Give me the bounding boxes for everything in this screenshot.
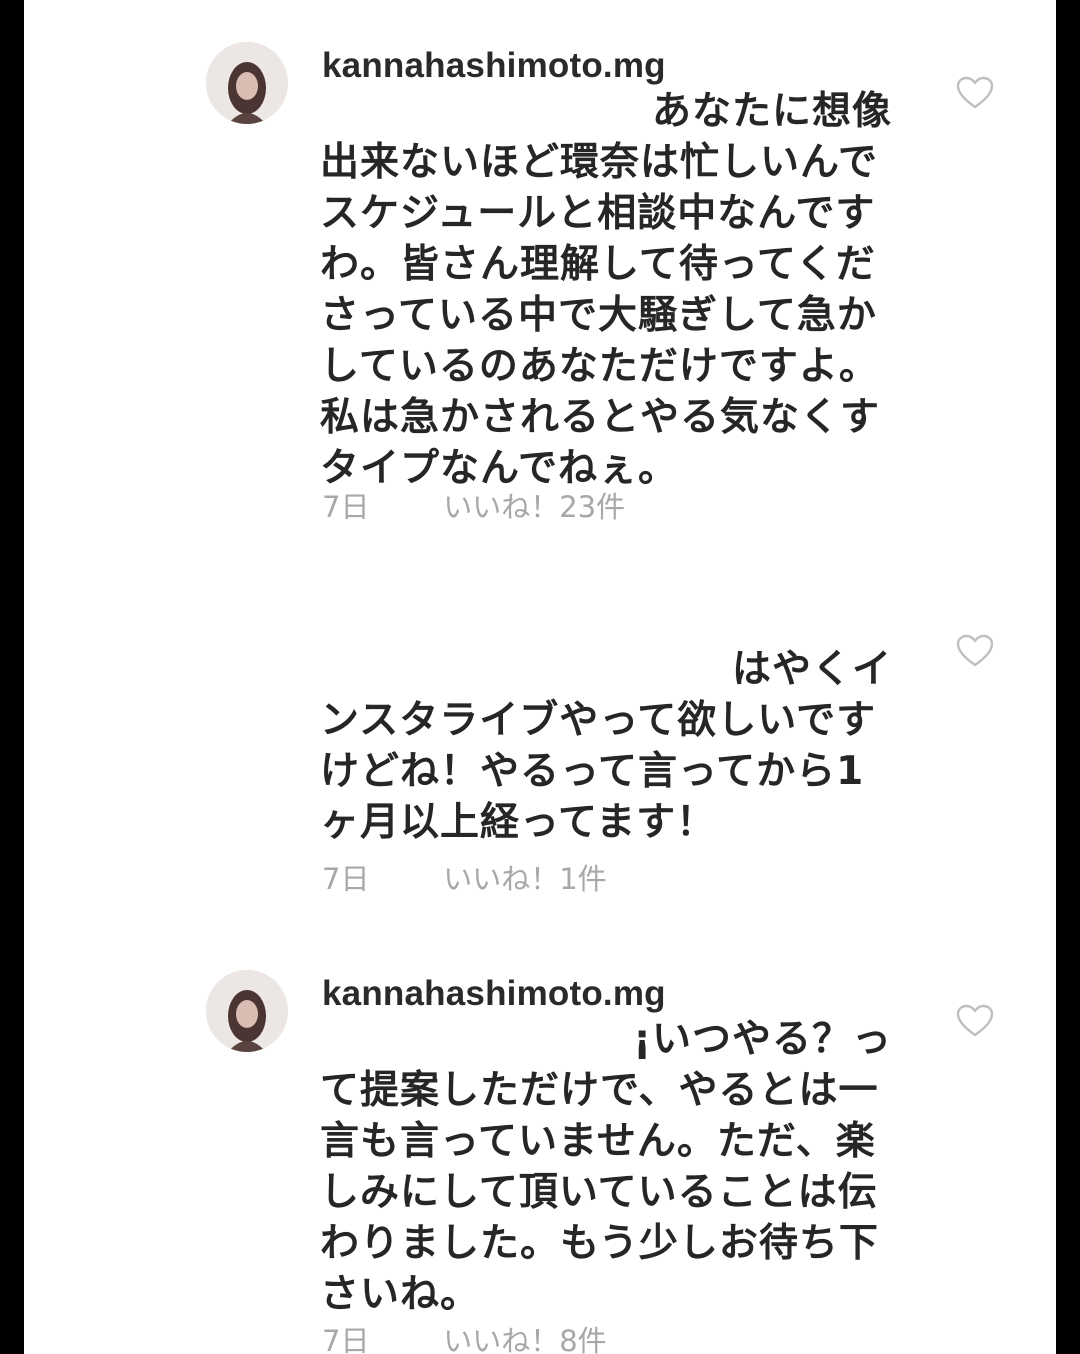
comment-line: ¡いつやる？っ: [633, 1017, 892, 1062]
comment-line: さっている中で大騒ぎして急か: [320, 293, 877, 338]
comments-panel: kannahashimoto.mg あなたに想像 出来ないほど環奈は忙しいんで …: [24, 0, 1056, 1354]
comment-line: ンスタライブやって欲しいです: [320, 698, 877, 743]
comment-line: スケジュールと相談中なんです: [320, 191, 876, 236]
comment-line: けどね！やるって言ってから1: [320, 749, 865, 794]
comment-line: わ。皆さん理解して待ってくだ: [320, 242, 876, 287]
comment-line: しているのあなただけですよ。: [320, 344, 879, 389]
comment-age: 7日: [322, 1324, 370, 1354]
comment-meta: 7日 いいね！8件: [322, 1318, 607, 1354]
comment-line: はやくイ: [731, 647, 892, 692]
comment-line: しみにして頂いていることは伝: [320, 1170, 878, 1215]
comment-text: あなたに想像 出来ないほど環奈は忙しいんで スケジュールと相談中なんです わ。皆…: [320, 86, 892, 494]
comment-line: わりました。もう少しお待ち下: [320, 1221, 879, 1266]
avatar[interactable]: [206, 42, 288, 124]
comment-line: 出来ないほど環奈は忙しいんで: [320, 140, 879, 185]
comment-meta: 7日 いいね！1件: [322, 856, 607, 898]
comment-line: 私は急かされるとやる気なくす: [320, 395, 881, 440]
heart-outline-icon[interactable]: [956, 76, 994, 110]
comment-line: 言も言っていません。ただ、楽: [320, 1119, 876, 1164]
screenshot-frame: kannahashimoto.mg あなたに想像 出来ないほど環奈は忙しいんで …: [0, 0, 1080, 1354]
comment-username[interactable]: kannahashimoto.mg: [322, 46, 666, 86]
heart-outline-icon[interactable]: [956, 1004, 994, 1038]
comment-line: ヶ月以上経ってます！: [320, 800, 717, 845]
comment-likes[interactable]: いいね！23件: [443, 484, 625, 526]
avatar-photo-icon: [206, 42, 288, 124]
comment-text: はやくイ ンスタライブやって欲しいです けどね！やるって言ってから1 ヶ月以上経…: [320, 644, 892, 848]
comment-meta: 7日 いいね！23件: [322, 484, 625, 526]
heart-outline-icon[interactable]: [956, 634, 994, 668]
comment-likes[interactable]: いいね！8件: [443, 1318, 606, 1354]
comment-username[interactable]: kannahashimoto.mg: [322, 974, 666, 1014]
comment-text: ¡いつやる？っ て提案しただけで、やるとは一 言も言っていません。ただ、楽 しみ…: [320, 1014, 892, 1320]
comment-age: 7日: [322, 862, 370, 896]
avatar-photo-icon: [206, 970, 288, 1052]
comment-age: 7日: [322, 490, 370, 524]
comment-likes[interactable]: いいね！1件: [443, 856, 606, 898]
avatar[interactable]: [206, 970, 288, 1052]
comment-line: て提案しただけで、やるとは一: [320, 1068, 879, 1113]
comment-line: さいね。: [320, 1272, 481, 1317]
comment-line: あなたに想像: [651, 89, 892, 134]
